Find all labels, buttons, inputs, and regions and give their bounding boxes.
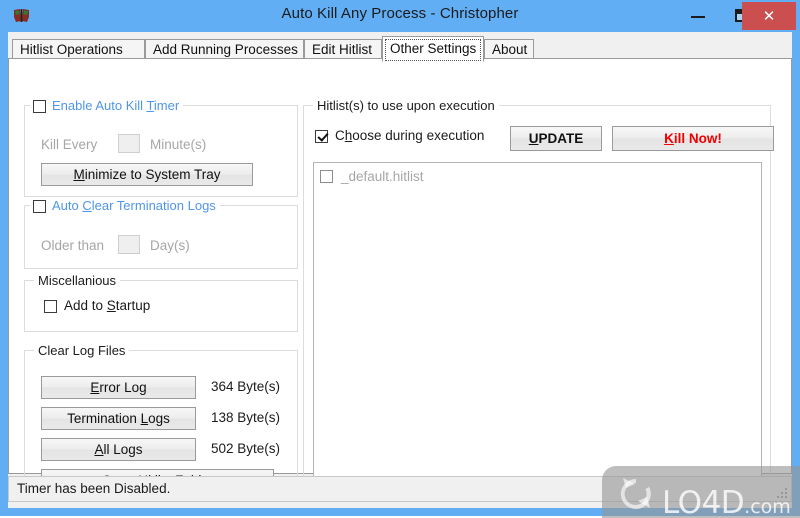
clear-all-logs-button[interactable]: All Logs [41,438,196,461]
kill-every-input[interactable] [118,134,140,153]
kill-now-button-label: Kill Now! [664,131,722,146]
hitlist-item-checkbox[interactable] [320,170,333,183]
older-than-input[interactable] [118,235,140,254]
application-window: Auto Kill Any Process - Christopher ✕ Hi… [0,0,800,518]
minimize-button[interactable] [676,0,720,31]
clear-error-log-label: Error Log [90,380,147,395]
minimize-to-system-tray-label: Minimize to System Tray [73,167,221,182]
client-area: Hitlist Operations Add Running Processes… [8,32,792,508]
auto-clear-termination-logs-label: Auto Clear Termination Logs [52,198,216,213]
error-log-size: 364 Byte(s) [211,379,281,394]
enable-auto-kill-timer-label: Enable Auto Kill Timer [52,98,180,113]
tab-label: Hitlist Operations [20,42,123,57]
status-message: Timer has been Disabled. [17,481,171,496]
kill-every-label: Kill Every [41,137,98,152]
group-caption-enable-auto-kill-timer: Enable Auto Kill Timer [30,98,184,113]
watermark-text: LO4D [662,485,745,518]
update-button[interactable]: UPDATE [510,126,602,151]
tab-label: About [492,42,528,57]
watermark-tld: .com [744,496,791,518]
group-caption-auto-clear-termination-logs: Auto Clear Termination Logs [30,198,220,213]
title-bar: Auto Kill Any Process - Christopher ✕ [0,0,800,32]
tab-label: Other Settings [390,41,477,56]
update-button-label: UPDATE [528,131,584,146]
choose-during-execution-label: Choose during execution [335,128,485,143]
close-icon: ✕ [762,7,776,25]
add-to-startup-checkbox[interactable] [44,300,57,313]
termination-logs-size: 138 Byte(s) [211,410,281,425]
minimize-to-system-tray-button[interactable]: Minimize to System Tray [41,163,253,186]
lo4d-watermark: LO4D .com [602,466,800,518]
choose-during-execution-checkbox[interactable] [315,130,328,143]
minutes-label: Minute(s) [150,137,207,152]
tab-other-settings[interactable]: Other Settings [382,36,484,62]
kill-now-button[interactable]: Kill Now! [612,126,774,151]
group-enable-auto-kill-timer: Enable Auto Kill Timer Kill Every Minute… [24,98,298,197]
group-caption-miscellanious: Miscellanious [34,273,121,288]
tab-label: Edit Hitlist [312,42,373,57]
minimize-icon [691,16,705,18]
group-hitlists-to-use: Hitlist(s) to use upon execution Choose … [303,98,774,490]
clear-all-logs-label: All Logs [94,442,143,457]
group-miscellanious: Miscellanious Add to Startup [24,273,298,332]
clear-error-log-button[interactable]: Error Log [41,376,196,399]
group-caption-clear-log-files: Clear Log Files [34,343,130,358]
tab-label: Add Running Processes [153,42,298,57]
group-clear-log-files: Clear Log Files Error Log 364 Byte(s) Te… [24,343,298,492]
add-to-startup-label: Add to Startup [64,298,151,313]
tab-page-other-settings: Enable Auto Kill Timer Kill Every Minute… [8,58,792,492]
days-label: Day(s) [150,238,190,253]
clear-termination-logs-button[interactable]: Termination Logs [41,407,196,430]
close-button[interactable]: ✕ [742,2,796,30]
group-auto-clear-termination-logs: Auto Clear Termination Logs Older than D… [24,198,298,269]
enable-auto-kill-timer-checkbox[interactable] [33,100,46,113]
hitlist-item-label: _default.hitlist [341,169,424,184]
group-caption-hitlists-to-use: Hitlist(s) to use upon execution [313,98,499,113]
all-logs-size: 502 Byte(s) [211,441,281,456]
hitlist-listbox[interactable]: _default.hitlist [313,162,762,479]
auto-clear-termination-logs-checkbox[interactable] [33,200,46,213]
older-than-label: Older than [41,238,105,253]
clear-termination-logs-label: Termination Logs [67,411,170,426]
watermark-logo-icon [616,475,656,518]
